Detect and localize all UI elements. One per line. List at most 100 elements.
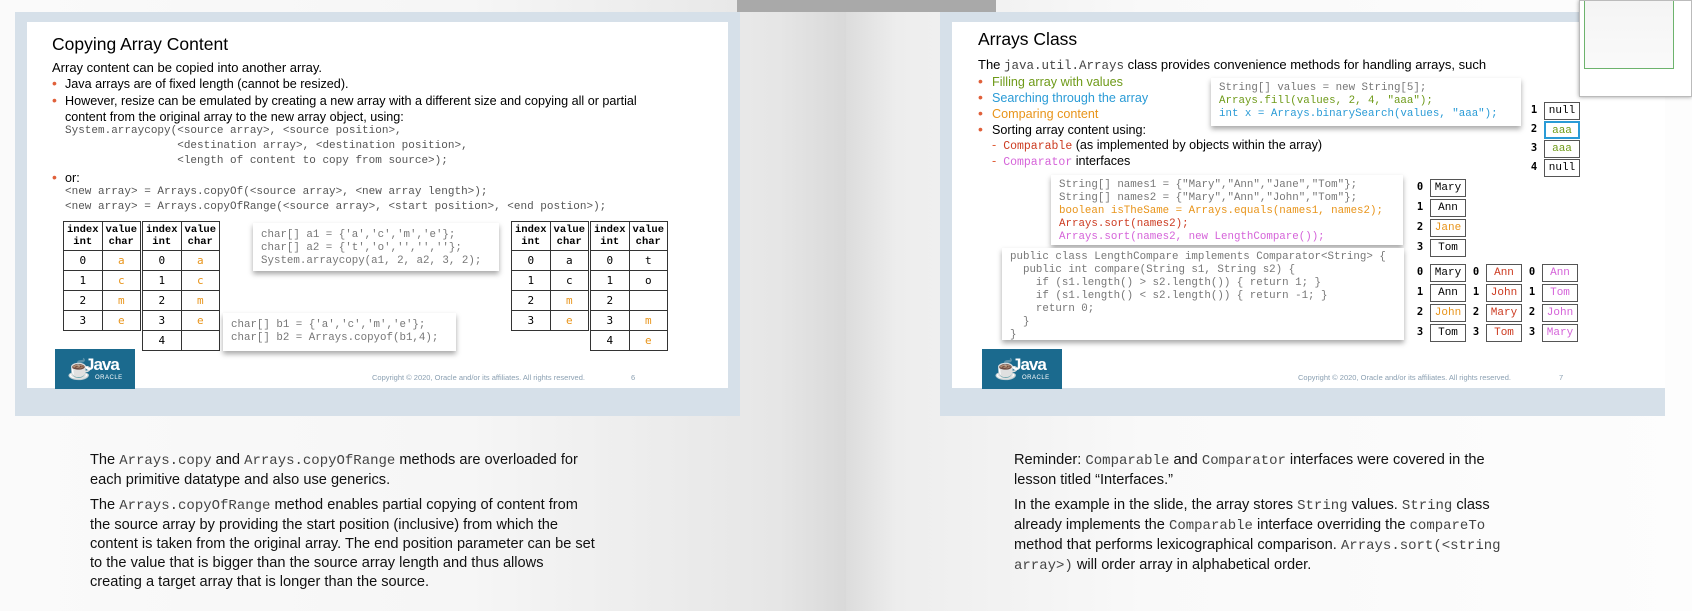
col-header: index int	[63, 221, 103, 251]
left-slide: Copying Array Content Array content can …	[15, 12, 740, 416]
slide-title: Arrays Class	[978, 29, 1078, 49]
index-label: 2	[1530, 123, 1538, 135]
notes-text: each primitive datatype and also use gen…	[90, 472, 391, 488]
index-cell: 1	[63, 270, 103, 291]
notes-mono: compareTo	[1409, 518, 1486, 534]
intro-text: The	[978, 57, 1005, 72]
index-label: 3	[1530, 142, 1538, 154]
array-cell: John	[1430, 304, 1466, 322]
value-cell: a	[180, 250, 221, 271]
bullet-search: Searching through the array	[992, 91, 1149, 105]
code-snippet-names: String[] names1 = {"Mary","Ann","Jane","…	[1051, 175, 1403, 245]
code-line: String[] values = new String[5];	[1219, 82, 1427, 94]
bullet-fill: Filling array with values	[992, 75, 1123, 89]
copyright: Copyright © 2020, Oracle and/or its affi…	[372, 373, 585, 382]
array-table-a1-copy: index int value char 0a 1c 2m 3e	[511, 221, 590, 331]
code-line: public int compare(String s1, String s2)…	[1010, 264, 1296, 276]
value-cell: t	[628, 250, 669, 271]
array-cell: null	[1544, 102, 1580, 120]
value-cell: e	[628, 330, 669, 351]
array-table-b2: index int value char 0a 1c 2m 3e 4	[142, 221, 221, 351]
bullet-compare: Comparing content	[992, 107, 1099, 121]
code-line: <length of content to copy from source>)…	[65, 155, 448, 167]
code-line: System.arraycopy(<source array>, <source…	[65, 125, 402, 137]
array-table-a2: index int value char 0t 1o 2 3m 4e	[590, 221, 669, 351]
index-label: 0	[1472, 266, 1480, 278]
slide-intro: Array content can be copied into another…	[52, 60, 323, 75]
code-line: public class LengthCompare implements Co…	[1010, 251, 1386, 263]
java-logo: ☕ Java ORACLE	[982, 349, 1062, 389]
code-line: }	[1010, 316, 1030, 328]
index-cell: 0	[63, 250, 103, 271]
code-line: Arrays.sort(names2);	[1059, 218, 1189, 230]
bullet-text: However, resize can be emulated by creat…	[65, 94, 637, 108]
value-cell: m	[101, 290, 142, 311]
index-cell: 1	[590, 270, 630, 291]
notes-mono: Comparable	[1085, 453, 1170, 469]
logo-brand: Java	[1012, 355, 1047, 374]
bullet-marker: •	[978, 121, 983, 137]
code-snippet-arraycopy: char[] a1 = {'a','c','m','e'}; char[] a2…	[253, 223, 499, 271]
index-label: 2	[1528, 306, 1536, 318]
array-cell: Mary	[1430, 264, 1466, 282]
code-snippet-copyof: char[] b1 = {'a','c','m','e'}; char[] b2…	[223, 313, 456, 351]
index-label: 1	[1528, 286, 1536, 298]
notes-mono: String	[1297, 498, 1348, 514]
array-cell: Tom	[1430, 239, 1466, 257]
code-line: String[] names2 = {"Mary","Ann","John","…	[1059, 192, 1358, 204]
notes-text: already implements the	[1014, 517, 1169, 533]
code-line: return 0;	[1010, 303, 1095, 315]
comparator-mono: Comparator	[1003, 156, 1073, 169]
code-snippet-fill: String[] values = new String[5]; Arrays.f…	[1211, 78, 1521, 126]
array-cell: Mary	[1542, 324, 1578, 342]
notes-paragraph: In the example in the slide, the array s…	[1014, 496, 1674, 576]
index-cell: 0	[590, 250, 630, 271]
notes-text: values.	[1347, 497, 1402, 513]
col-header: index int	[590, 221, 630, 251]
notes-text: interfaces were covered in the	[1285, 452, 1485, 468]
notes-mono: String	[1401, 498, 1453, 514]
page-number: 7	[1559, 373, 1564, 382]
value-cell	[180, 330, 221, 351]
notes-text: Reminder:	[1014, 452, 1086, 468]
right-slide-body: Arrays Class The java.util.Arrays class …	[952, 22, 1665, 389]
index-label: 3	[1416, 241, 1424, 253]
notes-text: class	[1452, 497, 1490, 513]
value-cell: a	[101, 250, 142, 271]
bullet-marker: •	[978, 105, 983, 121]
array-cell: aaa	[1544, 140, 1580, 158]
index-cell: 2	[590, 290, 630, 311]
col-header: value char	[549, 221, 590, 251]
value-cell: e	[549, 310, 590, 331]
copyright: Copyright © 2020, Oracle and/or its affi…	[1298, 373, 1511, 382]
value-cell: e	[180, 310, 221, 331]
bullet-marker: •	[978, 73, 983, 89]
sub-bullet-comparator: - Comparator interfaces	[992, 154, 1131, 169]
index-label: 0	[1416, 181, 1424, 193]
value-cell: e	[101, 310, 142, 331]
index-label: 2	[1472, 306, 1480, 318]
array-cell-highlight: aaa	[1544, 121, 1580, 139]
code-line: Arrays.fill(values, 2, 4, "aaa");	[1219, 95, 1433, 107]
value-cell: c	[101, 270, 142, 291]
code-line: int x = Arrays.binarySearch(values, "aaa…	[1219, 108, 1498, 120]
thumbnail-preview	[1584, 1, 1674, 69]
page-thumbnail[interactable]	[1579, 0, 1692, 97]
index-cell: 3	[63, 310, 103, 331]
notes-mono: Arrays.copyOfRange	[244, 453, 396, 469]
notes-paragraph: The Arrays.copy and Arrays.copyOfRange m…	[90, 451, 750, 490]
code-line: <destination array>, <destination positi…	[65, 140, 468, 152]
array-cell: Jane	[1430, 219, 1466, 237]
comparable-mono: Comparable	[1003, 140, 1073, 153]
code-line: if (s1.length() < s2.length()) { return …	[1010, 290, 1328, 302]
right-notes: Reminder: Comparable and Comparator inte…	[1014, 451, 1674, 582]
code-line: String[] names1 = {"Mary","Ann","Jane","…	[1059, 179, 1358, 191]
notes-mono: Comparable	[1168, 518, 1253, 534]
array-cell: John	[1486, 284, 1522, 302]
code-line: Arrays.sort(names2, new LengthCompare())…	[1059, 231, 1325, 243]
notes-paragraph: Reminder: Comparable and Comparator inte…	[1014, 451, 1674, 490]
index-cell: 0	[142, 250, 182, 271]
index-cell: 0	[511, 250, 551, 271]
code-line: boolean isTheSame = Arrays.equals(names1…	[1059, 205, 1383, 217]
bullet-marker: •	[52, 92, 57, 108]
